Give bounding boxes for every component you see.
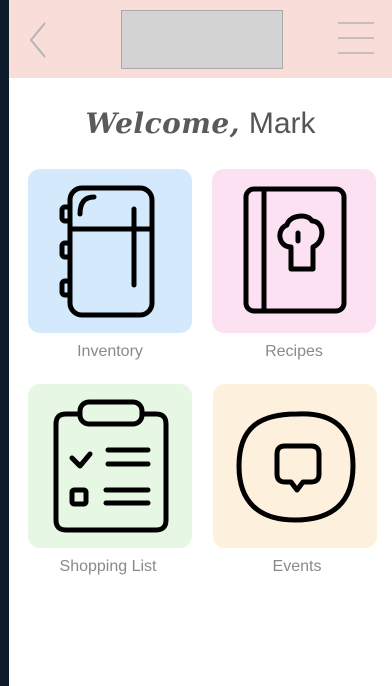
app-logo-placeholder — [121, 10, 283, 69]
clipboard-checklist-icon — [53, 399, 169, 533]
tile-inventory-label: Inventory — [77, 343, 143, 360]
welcome-heading: Welcome, Mark — [9, 104, 392, 141]
recipe-book-icon — [243, 186, 347, 314]
refrigerator-icon — [59, 185, 155, 318]
menu-button[interactable] — [337, 20, 375, 56]
tile-events[interactable] — [213, 384, 377, 548]
tile-events-label: Events — [272, 558, 322, 575]
chevron-left-icon — [29, 22, 46, 58]
welcome-greeting: Welcome, — [85, 107, 240, 140]
chat-bubble-icon — [236, 411, 356, 523]
tile-shopping-list-label: Shopping List — [59, 558, 157, 575]
hamburger-menu-icon — [338, 22, 374, 54]
top-bar — [9, 0, 392, 78]
tile-recipes-label: Recipes — [265, 343, 323, 360]
tile-inventory[interactable] — [28, 169, 192, 333]
tile-shopping-list[interactable] — [28, 384, 192, 548]
tile-recipes[interactable] — [212, 169, 376, 333]
user-name: Mark — [248, 107, 316, 140]
back-button[interactable] — [27, 20, 51, 60]
app-screen: Welcome, Mark Inventory Recipes Shopping… — [9, 0, 392, 686]
